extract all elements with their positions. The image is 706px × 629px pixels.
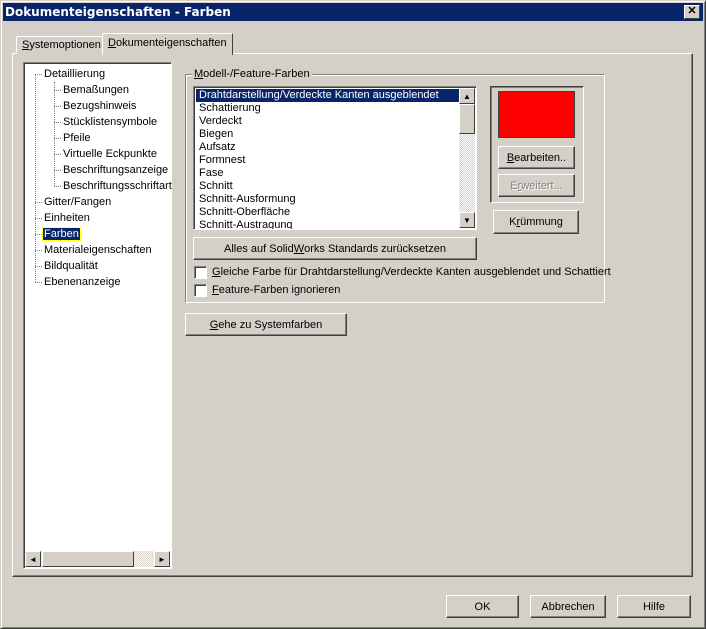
go-to-system-colors-button[interactable]: Gehe zu Systemfarben bbox=[185, 313, 347, 336]
list-item[interactable]: Schnitt-Ausformung bbox=[196, 193, 459, 206]
tree-item-label: Virtuelle Eckpunkte bbox=[63, 148, 157, 160]
color-swatch bbox=[498, 91, 575, 138]
curvature-button[interactable]: Kr ümmung bbox=[493, 210, 579, 234]
list-scroll-up[interactable]: ▲ bbox=[459, 88, 475, 104]
tree-scroll-right[interactable]: ► bbox=[154, 551, 170, 567]
options-tree[interactable]: ◄ ► Detaillierung Bemaßungen Bezugshinweis… bbox=[23, 62, 172, 569]
tree-line bbox=[54, 170, 61, 171]
cancel-button[interactable]: Abbrechen bbox=[530, 595, 606, 618]
tree-line bbox=[35, 234, 42, 235]
list-item[interactable]: Fase bbox=[196, 167, 459, 180]
tree-line bbox=[35, 250, 42, 251]
help-button[interactable]: Hilfe bbox=[617, 595, 691, 618]
list-item[interactable]: Verdeckt bbox=[196, 115, 459, 128]
tab-label: ystemoptionen bbox=[29, 39, 101, 51]
tree-item-label: Ebenenanzeige bbox=[44, 276, 121, 288]
same-color-label[interactable]: Gleiche Farbe für Drahtdarstellung/Verde… bbox=[212, 266, 611, 279]
list-item[interactable]: Biegen bbox=[196, 128, 459, 141]
tree-item-label: Beschriftungsanzeige bbox=[63, 164, 169, 176]
tree-item[interactable]: Detaillierung bbox=[43, 66, 106, 82]
list-item[interactable]: Schnitt-Austragung bbox=[196, 219, 459, 229]
tree-item-label: Bezugshinweis bbox=[63, 100, 137, 112]
title-bar: Dokumenteigenschaften - Farben bbox=[3, 3, 703, 21]
list-item[interactable]: Aufsatz bbox=[196, 141, 459, 154]
tree-item[interactable]: Bildqualität bbox=[43, 258, 99, 274]
tree-line bbox=[54, 90, 61, 91]
tree-hscroll-thumb[interactable] bbox=[42, 551, 134, 567]
tree-item[interactable]: Gitter/Fangen bbox=[43, 194, 112, 210]
tree-item-label: Gitter/Fangen bbox=[44, 196, 112, 208]
tree-line bbox=[35, 74, 42, 75]
tree-item[interactable]: Farben bbox=[42, 226, 81, 242]
tree-item[interactable]: Bezugshinweis bbox=[62, 98, 137, 114]
reset-defaults-button[interactable]: Alles auf Solid Works Standards zurückset… bbox=[193, 237, 477, 260]
tree-item-label: Materialeigenschaften bbox=[44, 244, 152, 256]
tree-item[interactable]: Materialeigenschaften bbox=[43, 242, 153, 258]
tree-item-label: Farben bbox=[42, 227, 81, 241]
tree-item[interactable]: Pfeile bbox=[62, 130, 92, 146]
list-item[interactable]: Formnest bbox=[196, 154, 459, 167]
tree-item[interactable]: Beschriftungsschriftart bbox=[62, 178, 173, 194]
group-label: Modell-/Feature-Farben bbox=[192, 67, 312, 81]
tab-mnemonic: D bbox=[108, 37, 116, 49]
list-item[interactable]: Schnitt-Oberfläche bbox=[196, 206, 459, 219]
same-color-checkbox[interactable] bbox=[194, 266, 207, 279]
tree-item[interactable]: Virtuelle Eckpunkte bbox=[62, 146, 158, 162]
ok-button[interactable]: OK bbox=[446, 595, 519, 618]
tree-item-label: Pfeile bbox=[63, 132, 91, 144]
tree-item[interactable]: Beschriftungsanzeige bbox=[62, 162, 169, 178]
list-item[interactable]: Schnitt bbox=[196, 180, 459, 193]
tree-line bbox=[35, 202, 42, 203]
ignore-feature-colors-checkbox[interactable] bbox=[194, 284, 207, 297]
tree-scroll-left[interactable]: ◄ bbox=[25, 551, 41, 567]
tree-line bbox=[54, 122, 61, 123]
list-scroll-thumb[interactable] bbox=[459, 104, 475, 134]
tree-item[interactable]: Ebenenanzeige bbox=[43, 274, 121, 290]
tree-item-label: Beschriftungsschriftart bbox=[63, 180, 172, 192]
tree-item-label: Bemaßungen bbox=[63, 84, 130, 96]
tree-line bbox=[35, 218, 42, 219]
advanced-button[interactable]: Er weitert... bbox=[498, 174, 575, 197]
edit-button[interactable]: Bearbeiten.. bbox=[498, 146, 575, 169]
close-button[interactable]: ✕ bbox=[684, 5, 700, 19]
tree-line bbox=[35, 282, 42, 283]
tree-line bbox=[54, 106, 61, 107]
tab-systemoptionen[interactable]: Systemoptionen bbox=[16, 36, 107, 54]
tab-label: okumenteigenschaften bbox=[115, 37, 227, 49]
tree-item-label: Stücklistensymbole bbox=[63, 116, 158, 128]
list-scroll-down[interactable]: ▼ bbox=[459, 212, 475, 228]
tree-item[interactable]: Einheiten bbox=[43, 210, 91, 226]
tree-line bbox=[35, 266, 42, 267]
color-item-list[interactable]: Drahtdarstellung/Verdeckte Kanten ausgeb… bbox=[193, 86, 477, 230]
tree-item-label: Einheiten bbox=[44, 212, 90, 224]
list-item[interactable]: Drahtdarstellung/Verdeckte Kanten ausgeb… bbox=[196, 89, 459, 102]
tree-line bbox=[54, 154, 61, 155]
tree-item[interactable]: Stücklistensymbole bbox=[62, 114, 158, 130]
tree-item[interactable]: Bemaßungen bbox=[62, 82, 130, 98]
tree-line bbox=[54, 138, 61, 139]
ignore-feature-colors-label[interactable]: Feature-Farben ignorieren bbox=[212, 284, 340, 297]
tree-line bbox=[54, 186, 61, 187]
tree-item-label: Bildqualität bbox=[44, 260, 98, 272]
tab-dokumenteigenschaften[interactable]: Dokumenteigenschaften bbox=[102, 33, 233, 55]
tree-item-label: Detaillierung bbox=[44, 68, 106, 80]
list-item[interactable]: Schattierung bbox=[196, 102, 459, 115]
